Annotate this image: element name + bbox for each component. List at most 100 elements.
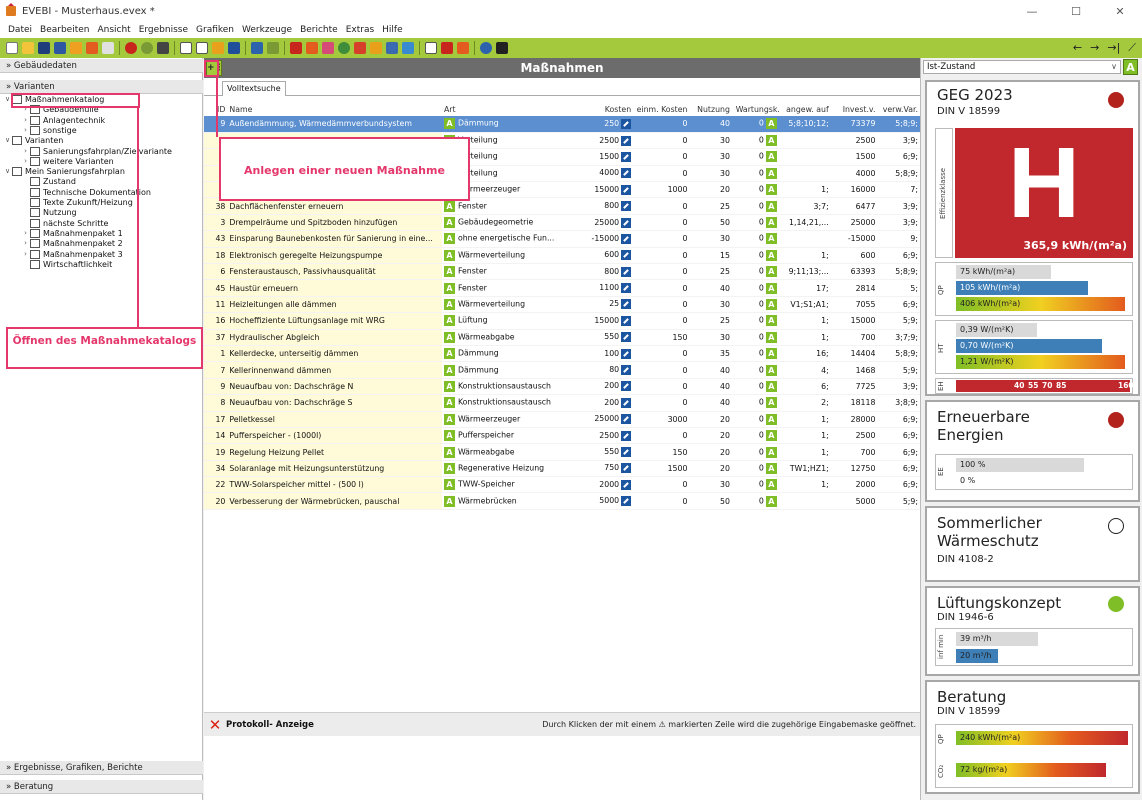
edit-pencil-icon[interactable] (621, 447, 632, 457)
menu-item-grafiken[interactable]: Grafiken (192, 25, 238, 35)
a-class-badge[interactable]: A (1123, 59, 1138, 75)
cross-icon[interactable] (354, 42, 366, 54)
export-pdf-icon[interactable] (441, 42, 453, 54)
menu-item-hilfe[interactable]: Hilfe (378, 25, 406, 35)
close-protocol-icon[interactable]: ✕ (208, 717, 222, 732)
column-header[interactable]: einm. Kosten (633, 102, 689, 116)
section-varianten[interactable]: » Varianten (0, 80, 203, 94)
table-row[interactable]: 18 Elektronisch geregelte Heizungspumpe A W… (204, 247, 920, 265)
print-icon[interactable] (322, 42, 334, 54)
redo-icon[interactable] (141, 42, 153, 54)
edit-pencil-icon[interactable] (621, 250, 632, 261)
column-header[interactable]: Invest.v. (831, 102, 878, 116)
calc-icon[interactable] (425, 42, 437, 54)
table-row[interactable]: 22 TWW-Solarspeicher mittel - (500 l) A TWW… (204, 476, 920, 494)
arrow-end-icon[interactable]: →| (1107, 41, 1120, 55)
maximize-button[interactable]: ☐ (1054, 0, 1098, 22)
table-row[interactable]: 1 Kellerdecke, unterseitig dämmen A Dämmung… (204, 345, 920, 363)
table-row[interactable]: 8 Neuaufbau von: Dachschräge S A Konstrukti… (204, 394, 920, 412)
window-icon[interactable] (402, 42, 414, 54)
minimize-button[interactable]: — (1010, 0, 1054, 22)
hx-icon[interactable] (196, 42, 208, 54)
edit-pencil-icon[interactable] (621, 151, 632, 162)
edit-pencil-icon[interactable] (621, 479, 632, 490)
menu-item-extras[interactable]: Extras (342, 25, 378, 35)
expand-toggle-icon[interactable]: ∨ (4, 166, 11, 177)
table-row[interactable]: 37 Hydraulischer Abgleich A Wärmeabgabe 550 1… (204, 329, 920, 346)
edit-pencil-icon[interactable] (621, 233, 632, 244)
column-header[interactable]: Wartungsk. (732, 102, 782, 116)
table-row[interactable]: 34 Solaranlage mit Heizungsunterstützung A… (204, 460, 920, 478)
tree-item[interactable]: Wirtschaftlichkeit (22, 259, 112, 270)
section-beratung[interactable]: » Beratung (0, 780, 203, 794)
column-header[interactable]: Kosten (567, 102, 633, 116)
edit-pencil-icon[interactable] (621, 283, 632, 294)
table-row[interactable]: 14 Pufferspeicher - (1000l) A Pufferspeiche… (204, 427, 920, 445)
state-select[interactable]: Ist-Zustand ∨ (923, 60, 1121, 74)
save-all-icon[interactable] (54, 42, 66, 54)
globe-icon[interactable] (338, 42, 350, 54)
edit-pencil-icon[interactable] (621, 414, 632, 425)
column-header[interactable]: angew. auf (782, 102, 831, 116)
table-row[interactable]: 11 Heizleitungen alle dämmen A Wärmeverteil… (204, 296, 920, 314)
new-file-icon[interactable] (6, 42, 18, 54)
expand-toggle-icon[interactable]: ∨ (4, 135, 11, 146)
menu-item-ansicht[interactable]: Ansicht (93, 25, 134, 35)
sigma-blue-icon[interactable] (228, 42, 240, 54)
column-header[interactable]: verw.Var. (877, 102, 920, 116)
report-icon[interactable] (306, 42, 318, 54)
edit-pencil-icon[interactable] (621, 315, 632, 326)
close-window-button[interactable]: ✕ (1098, 0, 1142, 22)
edit-pencil-icon[interactable] (621, 135, 632, 146)
edit-pencil-icon[interactable] (621, 118, 632, 129)
sigma-icon[interactable] (212, 42, 224, 54)
help-icon[interactable] (480, 42, 492, 54)
chart-icon[interactable] (251, 42, 263, 54)
graph-icon[interactable]: ⟋ (1128, 41, 1136, 55)
section-ergebnisse[interactable]: » Ergebnisse, Grafiken, Berichte (0, 761, 203, 775)
import-icon[interactable] (86, 42, 98, 54)
edit-pencil-icon[interactable] (621, 299, 632, 310)
table-row[interactable]: 17 Pelletkessel A Wärmeerzeuger 25000 3000 20 0… (204, 411, 920, 428)
save-icon[interactable] (38, 42, 50, 54)
exit-icon[interactable] (496, 42, 508, 54)
open-folder-icon[interactable] (22, 42, 34, 54)
menu-item-bearbeiten[interactable]: Bearbeiten (36, 25, 93, 35)
wand-icon[interactable] (157, 42, 169, 54)
export-icon[interactable] (70, 42, 82, 54)
table-row[interactable]: 9 Neuaufbau von: Dachschräge N A Konstrukti… (204, 378, 920, 396)
arrow-right-icon[interactable]: → (1090, 41, 1099, 55)
edit-pencil-icon[interactable] (621, 201, 632, 212)
menu-item-berichte[interactable]: Berichte (296, 25, 342, 35)
table-row[interactable]: 3 Drempelräume und Spitzboden hinzufügen A… (204, 214, 920, 232)
edit-pencil-icon[interactable] (621, 430, 632, 441)
table-row[interactable]: 16 Hocheffiziente Lüftungsanlage mit WRG A… (204, 312, 920, 330)
table-row[interactable]: 7 Kellerinnenwand dämmen A Dämmung 80 0 40 0 A 4;… (204, 361, 920, 379)
table-row[interactable]: 43 Einsparung Baunebenkosten für Sanierun… (204, 230, 920, 248)
dash-icon[interactable] (102, 42, 114, 54)
edit-pencil-icon[interactable] (621, 332, 632, 343)
edit-pencil-icon[interactable] (621, 184, 632, 195)
tab-volltextsuche[interactable]: Volltextsuche (222, 81, 286, 96)
section-gebaeudedaten[interactable]: » Gebäudedaten (0, 59, 203, 73)
column-header[interactable]: Nutzung (689, 102, 731, 116)
table-row[interactable]: 20 Verbesserung der Wärmebrücken, pauscha… (204, 492, 920, 510)
edit-pencil-icon[interactable] (621, 397, 632, 408)
column-header[interactable]: Name (227, 102, 442, 116)
table-row[interactable]: 19 Regelung Heizung Pellet A Wärmeabgabe 550… (204, 443, 920, 461)
edit-pencil-icon[interactable] (621, 381, 632, 392)
edit-pencil-icon[interactable] (621, 463, 632, 474)
edit-pencil-icon[interactable] (621, 168, 632, 179)
undo-icon[interactable] (125, 42, 137, 54)
info-icon[interactable] (370, 42, 382, 54)
bullet-icon[interactable] (290, 42, 302, 54)
edit-pencil-icon[interactable] (621, 266, 632, 277)
column-header[interactable]: Art (442, 102, 567, 116)
house-icon[interactable] (386, 42, 398, 54)
table-icon[interactable] (267, 42, 279, 54)
table-row[interactable]: 9 Außendämmung, Wärmedämmverbundsystem A Dä… (204, 116, 920, 133)
table-row[interactable]: 45 Haustür erneuern A Fenster 1100 0 40 0 A 17; 28… (204, 279, 920, 297)
table-row[interactable]: 6 Fensteraustausch, Passivhausqualität A Fe… (204, 263, 920, 281)
menu-item-ergebnisse[interactable]: Ergebnisse (135, 25, 192, 35)
edit-pencil-icon[interactable] (621, 365, 632, 376)
